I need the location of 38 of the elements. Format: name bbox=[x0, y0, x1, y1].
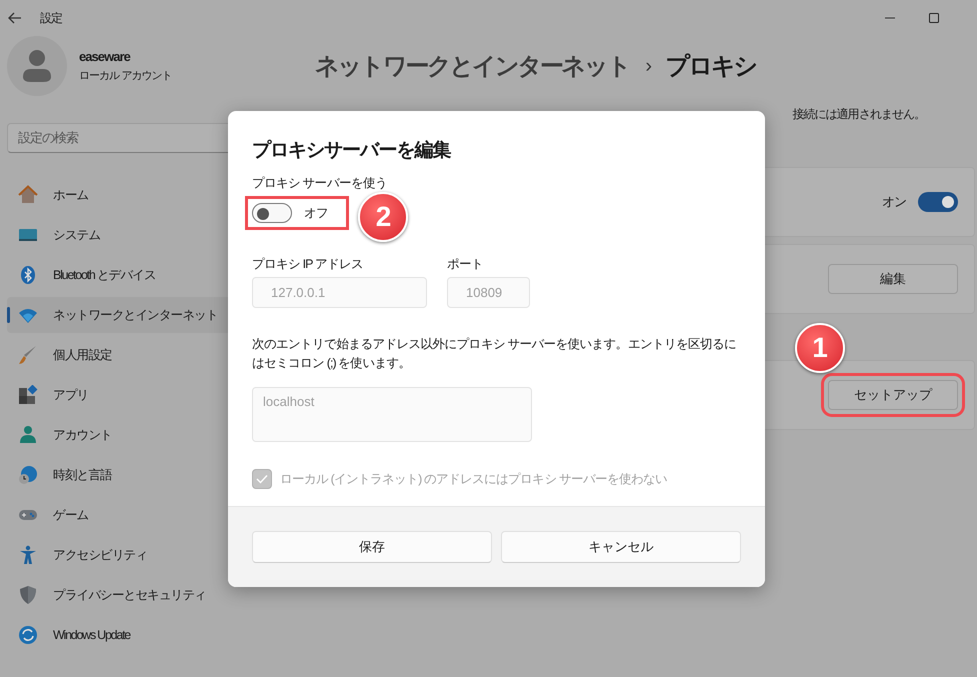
accessibility-icon bbox=[18, 545, 38, 565]
back-icon[interactable] bbox=[8, 12, 22, 24]
exceptions-note: 次のエントリで始まるアドレス以外にプロキシ サーバーを使います。エントリを区切るにはセミコロン (;) を使います。 bbox=[252, 336, 738, 372]
account-name: easeware bbox=[79, 49, 132, 64]
check-icon bbox=[256, 474, 268, 484]
cancel-button[interactable]: キャンセル bbox=[501, 531, 741, 563]
account-type: ローカル アカウント bbox=[79, 69, 172, 83]
time-icon bbox=[18, 465, 38, 485]
step-badge: 2 bbox=[358, 192, 408, 242]
field-label: プロキシ IP アドレス bbox=[252, 256, 364, 273]
toggle-state: オフ bbox=[304, 204, 328, 222]
description-text: 接続には適用されません。 bbox=[792, 107, 925, 121]
window-title: 設定 bbox=[40, 10, 62, 26]
apps-icon bbox=[18, 385, 38, 405]
privacy-icon bbox=[18, 585, 38, 605]
field-label: ポート bbox=[447, 256, 484, 273]
page-title: プロキシ bbox=[666, 52, 756, 82]
field-label: プロキシ サーバーを使う bbox=[252, 175, 388, 192]
checkbox[interactable] bbox=[252, 469, 272, 489]
edit-button[interactable]: 編集 bbox=[828, 264, 958, 294]
breadcrumb-separator: › bbox=[645, 54, 650, 78]
bluetooth-icon bbox=[18, 265, 38, 285]
maximize-icon[interactable] bbox=[929, 13, 939, 23]
toggle-switch[interactable] bbox=[252, 203, 292, 223]
checkbox-label: ローカル (イントラネット) のアドレスにはプロキシ サーバーを使わない bbox=[280, 470, 668, 488]
home-icon bbox=[18, 185, 38, 205]
step-badge: 1 bbox=[795, 323, 845, 373]
account-icon bbox=[18, 425, 38, 445]
toggle-state: オン bbox=[882, 193, 906, 211]
sidebar-item[interactable]: Windows Update bbox=[7, 617, 300, 653]
sidebar-item[interactable]: システム bbox=[7, 217, 300, 253]
save-button[interactable]: 保存 bbox=[252, 531, 492, 563]
update-icon bbox=[18, 625, 38, 645]
sidebar-item[interactable]: ゲーム bbox=[7, 497, 300, 533]
breadcrumb-link[interactable]: ネットワークとインターネット bbox=[315, 50, 630, 82]
toggle-switch[interactable] bbox=[918, 192, 958, 212]
brush-icon bbox=[18, 345, 38, 365]
sidebar-item[interactable]: プライバシーとセキュリティ bbox=[7, 577, 300, 613]
